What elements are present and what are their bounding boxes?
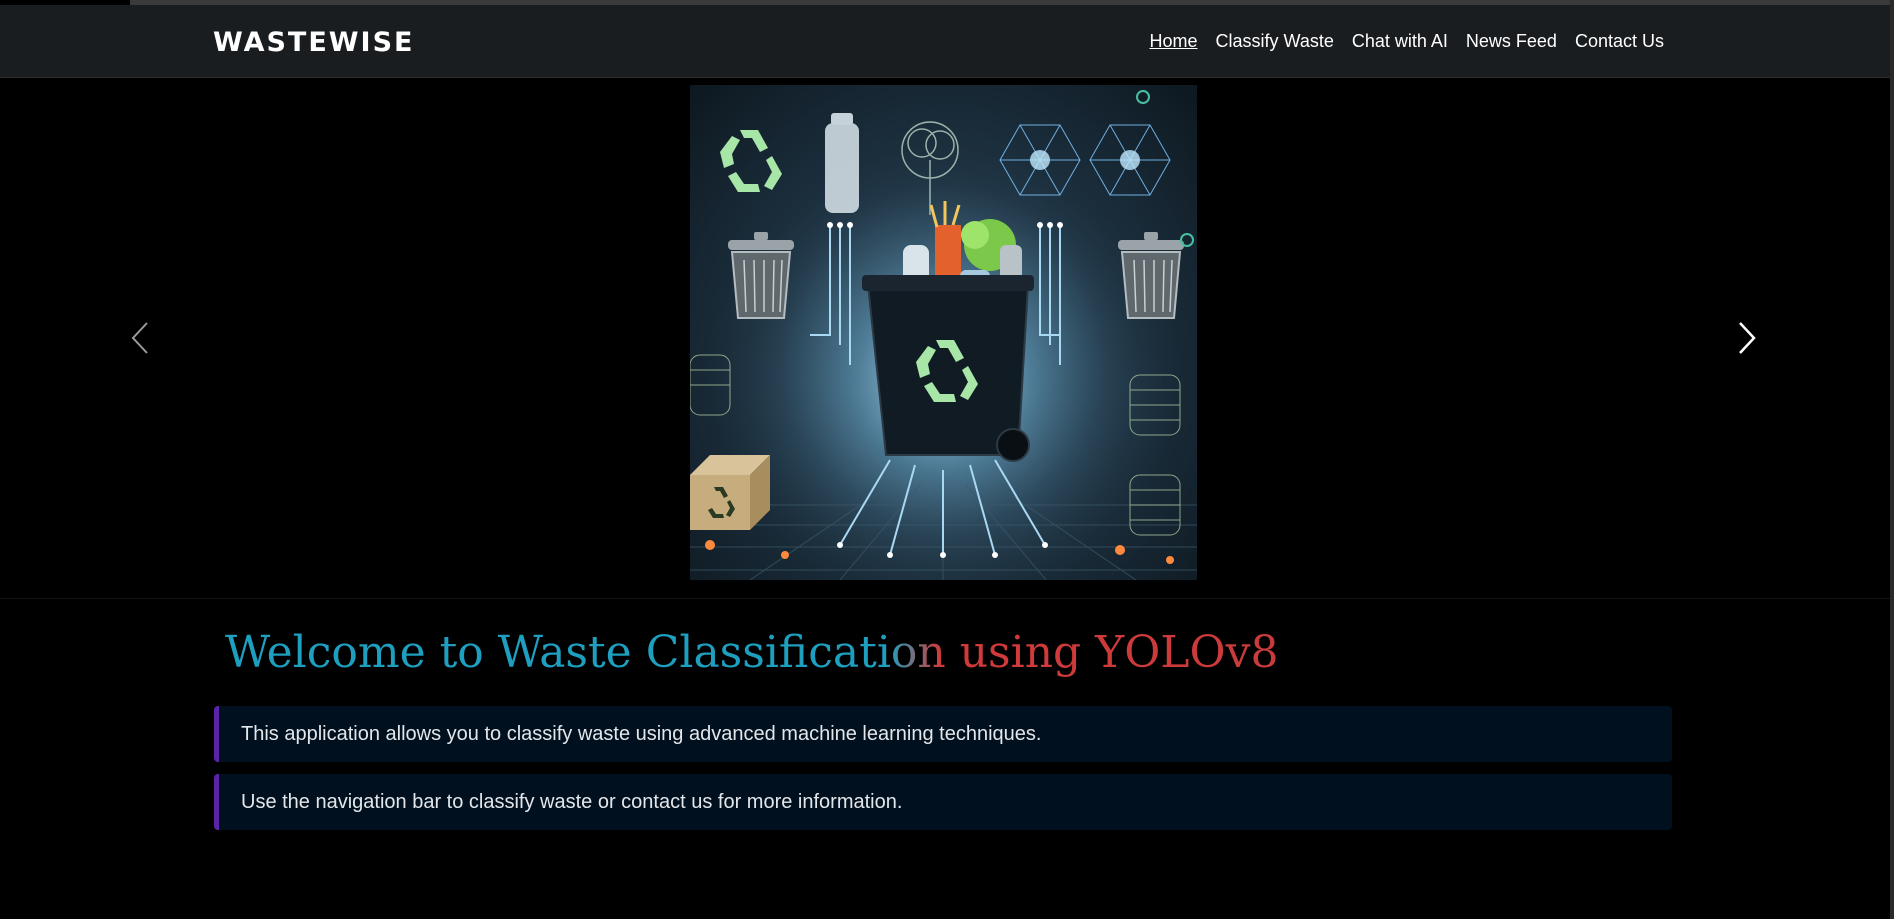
- chevron-right-icon: [1739, 322, 1756, 354]
- trash-bin-icon-left: [728, 232, 794, 319]
- waste-ai-illustration: [690, 85, 1197, 580]
- page: WASTEWISE Home Classify Waste Chat with …: [0, 0, 1894, 919]
- carousel-next-button[interactable]: [1727, 308, 1767, 368]
- chevron-left-icon: [131, 322, 148, 354]
- carousel-prev-button[interactable]: [120, 308, 160, 368]
- carousel-slide-image: [690, 85, 1197, 580]
- brand-logo[interactable]: WASTEWISE: [213, 27, 415, 58]
- nav-link-chat-with-ai[interactable]: Chat with AI: [1352, 31, 1448, 52]
- info-text: This application allows you to classify …: [241, 722, 1042, 745]
- image-carousel: [0, 78, 1894, 599]
- info-box: Use the navigation bar to classify waste…: [214, 774, 1672, 830]
- nav-link-contact-us[interactable]: Contact Us: [1575, 31, 1664, 52]
- trash-bin-icon-right: [1118, 232, 1184, 319]
- info-text: Use the navigation bar to classify waste…: [241, 790, 903, 813]
- navbar: WASTEWISE Home Classify Waste Chat with …: [0, 5, 1894, 78]
- page-title: Welcome to Waste Classification using YO…: [225, 627, 1279, 678]
- nav-link-home[interactable]: Home: [1149, 31, 1197, 52]
- nav-link-news-feed[interactable]: News Feed: [1466, 31, 1557, 52]
- window-right-edge: [1890, 0, 1894, 919]
- nav-links: Home Classify Waste Chat with AI News Fe…: [1149, 31, 1664, 52]
- nav-link-classify-waste[interactable]: Classify Waste: [1216, 31, 1334, 52]
- cardboard-box: [690, 455, 770, 530]
- info-box: This application allows you to classify …: [214, 706, 1672, 762]
- recycling-bin-center: [862, 275, 1034, 462]
